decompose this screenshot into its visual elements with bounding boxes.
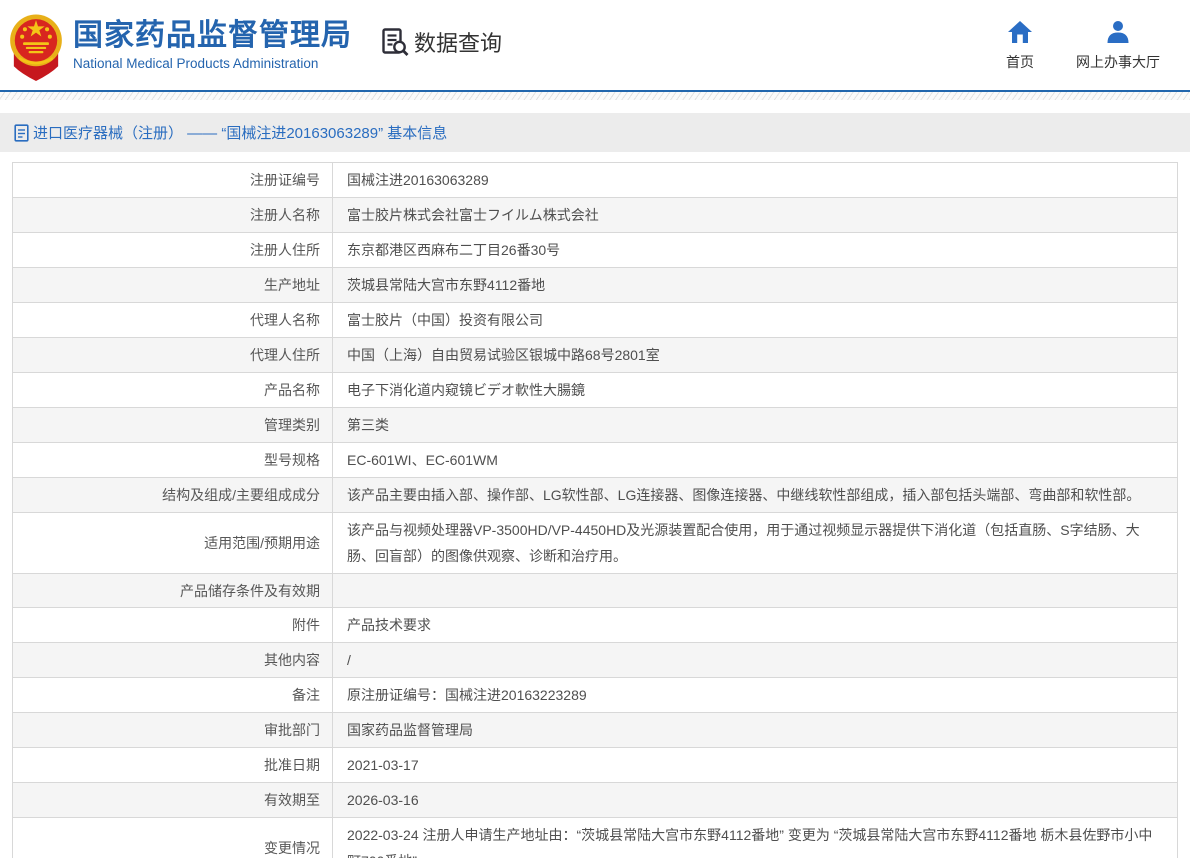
table-row: 管理类别 第三类 [13, 408, 1177, 443]
person-icon [1105, 19, 1131, 45]
row-label: 生产地址 [13, 268, 333, 302]
registration-info-table: 注册证编号 国械注进20163063289 注册人名称 富士胶片株式会社富士フイ… [12, 162, 1178, 858]
row-value: 产品技术要求 [333, 608, 1177, 642]
table-row: 生产地址 茨城县常陆大宫市东野4112番地 [13, 268, 1177, 303]
row-label: 附件 [13, 608, 333, 642]
data-query-icon [380, 27, 410, 57]
table-row: 代理人住所 中国（上海）自由贸易试验区银城中路68号2801室 [13, 338, 1177, 373]
row-label: 代理人住所 [13, 338, 333, 372]
home-icon [1007, 19, 1033, 45]
table-row: 其他内容 / [13, 643, 1177, 678]
row-value: 茨城县常陆大宫市东野4112番地 [333, 268, 1177, 302]
row-label: 型号规格 [13, 443, 333, 477]
table-row: 产品储存条件及有效期 [13, 574, 1177, 608]
hatch-decoration [0, 92, 1190, 100]
row-value: 富士胶片（中国）投资有限公司 [333, 303, 1177, 337]
row-label: 管理类别 [13, 408, 333, 442]
table-row: 注册人名称 富士胶片株式会社富士フイルム株式会社 [13, 198, 1177, 233]
row-label: 注册人住所 [13, 233, 333, 267]
national-emblem-logo [8, 9, 64, 81]
document-icon [14, 124, 29, 142]
table-row: 批准日期 2021-03-17 [13, 748, 1177, 783]
brand-titles: 国家药品监督管理局 National Medical Products Admi… [73, 19, 352, 71]
header-nav: 首页 网上办事大厅 [1006, 19, 1160, 72]
row-value: 东京都港区西麻布二丁目26番30号 [333, 233, 1177, 267]
row-label: 产品储存条件及有效期 [13, 574, 333, 607]
row-value: 2021-03-17 [333, 748, 1177, 782]
table-row: 有效期至 2026-03-16 [13, 783, 1177, 818]
row-label: 结构及组成/主要组成成分 [13, 478, 333, 512]
nav-online-hall[interactable]: 网上办事大厅 [1076, 19, 1160, 72]
row-value [333, 574, 1177, 607]
row-value: 该产品与视频处理器VP-3500HD/VP-4450HD及光源装置配合使用，用于… [333, 513, 1177, 573]
table-row: 产品名称 电子下消化道内窥镜ビデオ軟性大腸鏡 [13, 373, 1177, 408]
table-row: 附件 产品技术要求 [13, 608, 1177, 643]
nav-online-hall-label: 网上办事大厅 [1076, 52, 1160, 72]
nav-home-label: 首页 [1006, 52, 1034, 72]
table-row: 注册人住所 东京都港区西麻布二丁目26番30号 [13, 233, 1177, 268]
row-value: 原注册证编号：国械注进20163223289 [333, 678, 1177, 712]
row-value: 电子下消化道内窥镜ビデオ軟性大腸鏡 [333, 373, 1177, 407]
site-header: 国家药品监督管理局 National Medical Products Admi… [0, 0, 1190, 90]
row-value: 国械注进20163063289 [333, 163, 1177, 197]
row-value: 国家药品监督管理局 [333, 713, 1177, 747]
table-row: 审批部门 国家药品监督管理局 [13, 713, 1177, 748]
row-label: 代理人名称 [13, 303, 333, 337]
row-label: 其他内容 [13, 643, 333, 677]
row-value: 2022-03-24 注册人申请生产地址由：“茨城县常陆大宫市东野4112番地”… [333, 818, 1177, 858]
breadcrumb: 进口医疗器械（注册） —— “国械注进20163063289” 基本信息 [0, 113, 1190, 152]
table-row: 代理人名称 富士胶片（中国）投资有限公司 [13, 303, 1177, 338]
data-query-section[interactable]: 数据查询 [380, 26, 502, 58]
row-label: 注册人名称 [13, 198, 333, 232]
row-value: 2026-03-16 [333, 783, 1177, 817]
table-row: 变更情况 2022-03-24 注册人申请生产地址由：“茨城县常陆大宫市东野41… [13, 818, 1177, 858]
row-value: 该产品主要由插入部、操作部、LG软性部、LG连接器、图像连接器、中继线软性部组成… [333, 478, 1177, 512]
row-label: 注册证编号 [13, 163, 333, 197]
table-row: 适用范围/预期用途 该产品与视频处理器VP-3500HD/VP-4450HD及光… [13, 513, 1177, 574]
row-value: 第三类 [333, 408, 1177, 442]
brand: 国家药品监督管理局 National Medical Products Admi… [8, 9, 502, 81]
row-value: EC-601WI、EC-601WM [333, 443, 1177, 477]
nav-home[interactable]: 首页 [1006, 19, 1034, 72]
row-label: 批准日期 [13, 748, 333, 782]
row-value: 富士胶片株式会社富士フイルム株式会社 [333, 198, 1177, 232]
row-label: 变更情况 [13, 818, 333, 858]
row-value: / [333, 643, 1177, 677]
row-label: 适用范围/预期用途 [13, 513, 333, 573]
row-label: 审批部门 [13, 713, 333, 747]
table-row: 型号规格 EC-601WI、EC-601WM [13, 443, 1177, 478]
row-value: 中国（上海）自由贸易试验区银城中路68号2801室 [333, 338, 1177, 372]
data-query-label: 数据查询 [414, 26, 502, 58]
table-row: 备注 原注册证编号：国械注进20163223289 [13, 678, 1177, 713]
site-subtitle: National Medical Products Administration [73, 56, 352, 71]
table-row: 注册证编号 国械注进20163063289 [13, 163, 1177, 198]
page-title: 进口医疗器械（注册） —— “国械注进20163063289” 基本信息 [33, 122, 447, 143]
table-row: 结构及组成/主要组成成分 该产品主要由插入部、操作部、LG软性部、LG连接器、图… [13, 478, 1177, 513]
row-label: 备注 [13, 678, 333, 712]
site-title: 国家药品监督管理局 [73, 19, 352, 53]
row-label: 产品名称 [13, 373, 333, 407]
row-label: 有效期至 [13, 783, 333, 817]
